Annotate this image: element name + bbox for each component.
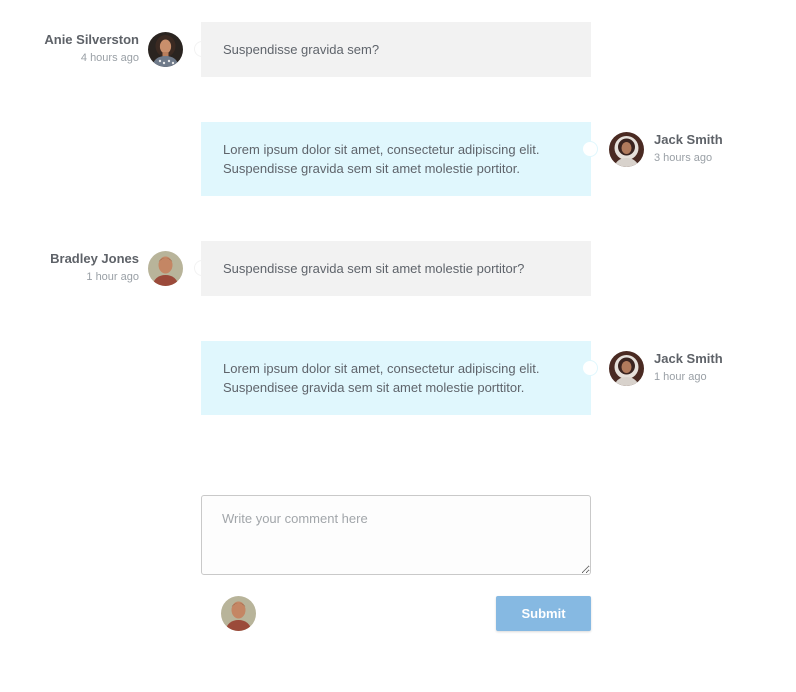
message-bubble: Lorem ipsum dolor sit amet, consectetur … [201,341,591,415]
submit-button[interactable]: Submit [496,596,591,631]
message-text: Suspendisse gravida sem? [223,42,380,57]
message-author-block: Bradley Jones 1 hour ago [0,251,139,284]
author-name: Jack Smith [654,132,723,147]
bubble-connector-dot [582,141,598,157]
message-author-block: Anie Silverston 4 hours ago [0,32,139,65]
author-name: Bradley Jones [50,251,139,266]
message-bubble: Suspendisse gravida sem? [201,22,591,77]
woman-avatar-icon[interactable] [148,32,183,67]
message-bubble: Lorem ipsum dolor sit amet, consectetur … [201,122,591,196]
message-timestamp: 1 hour ago [86,271,139,283]
astronaut-avatar-icon[interactable] [609,132,644,167]
message-bubble: Suspendisse gravida sem sit amet molesti… [201,241,591,296]
chat-thread: Anie Silverston 4 hours ago Suspendisse … [0,0,796,692]
message-author-block: Jack Smith 1 hour ago [654,351,723,384]
message-text: Suspendisse gravida sem sit amet molesti… [223,261,525,276]
astronaut-avatar-icon[interactable] [609,351,644,386]
author-name: Jack Smith [654,351,723,366]
man-avatar-icon[interactable] [148,251,183,286]
message-text: Lorem ipsum dolor sit amet, consectetur … [223,142,540,176]
message-author-block: Jack Smith 3 hours ago [654,132,723,165]
bubble-connector-dot [582,360,598,376]
message-timestamp: 1 hour ago [654,371,707,383]
message-timestamp: 3 hours ago [654,152,713,164]
message-timestamp: 4 hours ago [80,52,139,64]
man-avatar-icon [221,596,256,631]
author-name: Anie Silverston [44,32,139,47]
message-text: Lorem ipsum dolor sit amet, consectetur … [223,361,540,395]
comment-input[interactable] [201,495,591,575]
